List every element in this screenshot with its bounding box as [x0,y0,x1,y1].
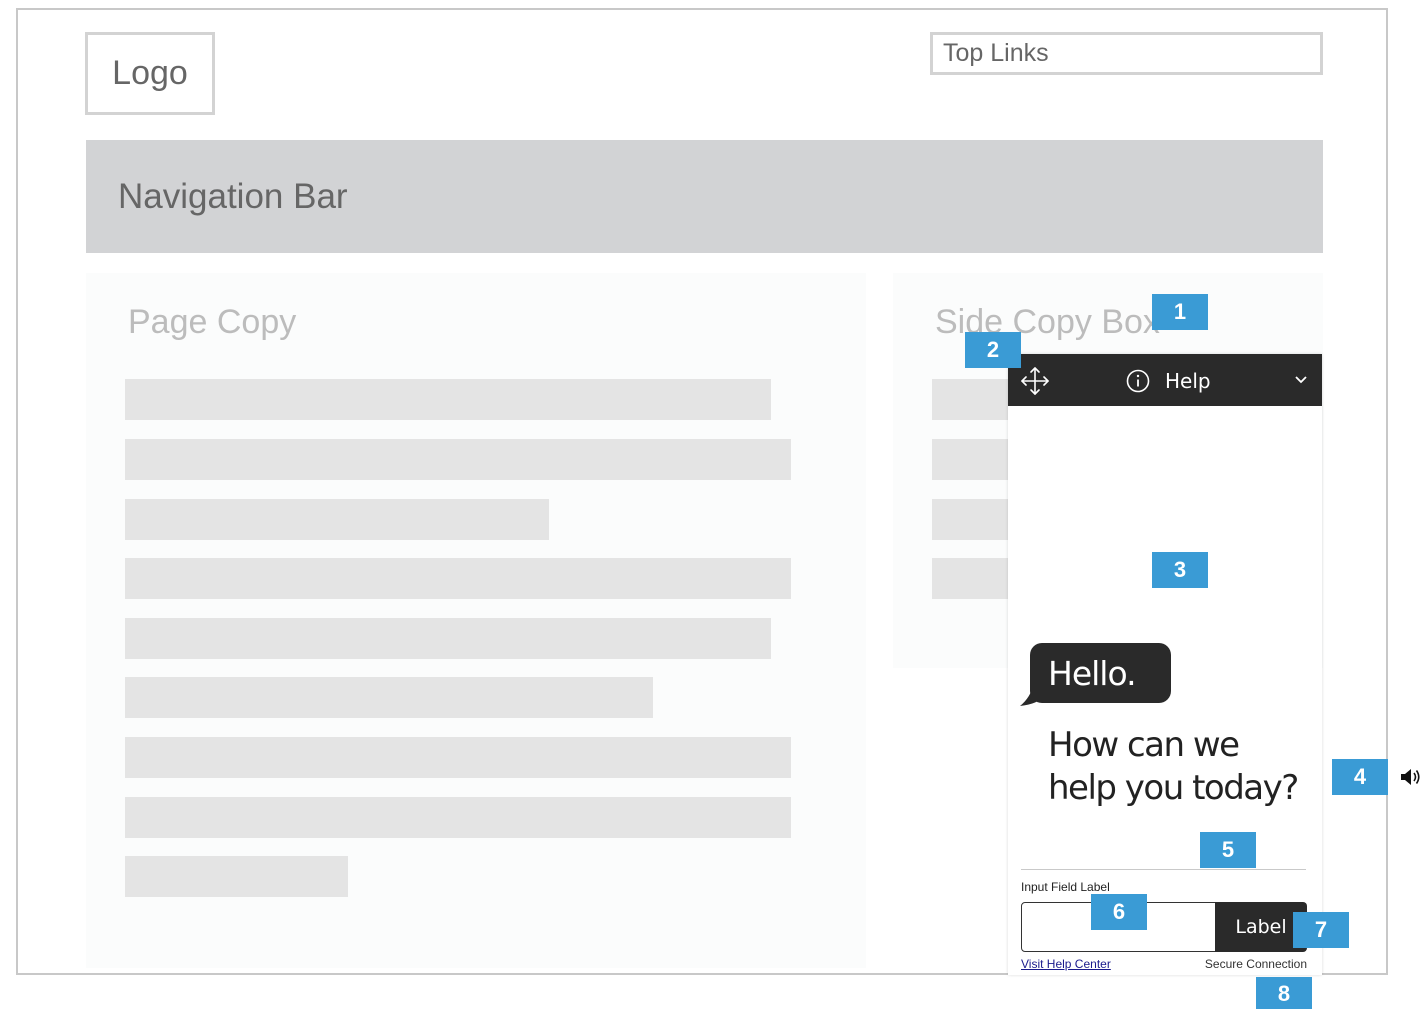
callout-4: 4 [1332,759,1388,795]
text-placeholder-bar [125,618,771,659]
info-icon [1126,369,1150,393]
speaker-icon[interactable] [1400,766,1421,788]
callout-6: 6 [1091,894,1147,930]
navigation-bar[interactable]: Navigation Bar [86,140,1323,253]
logo[interactable]: Logo [85,32,215,115]
text-placeholder-bar [125,797,791,838]
widget-title: Help [1165,369,1211,393]
callout-3: 3 [1152,552,1208,588]
callout-1: 1 [1152,294,1208,330]
widget-header[interactable]: Help [1008,354,1322,406]
move-icon[interactable] [1020,366,1050,396]
help-question-line-2: help you today? [1048,768,1299,808]
top-links[interactable]: Top Links [930,32,1323,75]
help-question: How can we help you today? [1048,724,1313,810]
text-placeholder-bar [125,379,771,420]
help-chat-widget: Help Hello. How can we help you today? I… [1008,354,1322,975]
text-placeholder-bar [125,856,348,897]
callout-7: 7 [1293,912,1349,948]
secure-connection-text: Secure Connection [1204,957,1307,971]
greeting-bubble: Hello. [1030,643,1171,703]
text-placeholder-bar [125,677,653,718]
chevron-down-icon[interactable] [1294,373,1308,387]
callout-5: 5 [1200,832,1256,868]
visit-help-center-link[interactable]: Visit Help Center [1021,957,1111,971]
input-field-label: Input Field Label [1021,880,1110,894]
text-placeholder-bar [125,499,549,540]
text-placeholder-bar [125,558,791,599]
text-placeholder-bar [125,439,791,480]
divider [1021,869,1306,870]
help-question-line-1: How can we [1048,725,1240,765]
page-copy-area: Page Copy [86,273,866,968]
page-copy-title: Page Copy [128,303,297,341]
callout-2: 2 [965,332,1021,368]
callout-8: 8 [1256,977,1312,1009]
text-placeholder-bar [125,737,791,778]
